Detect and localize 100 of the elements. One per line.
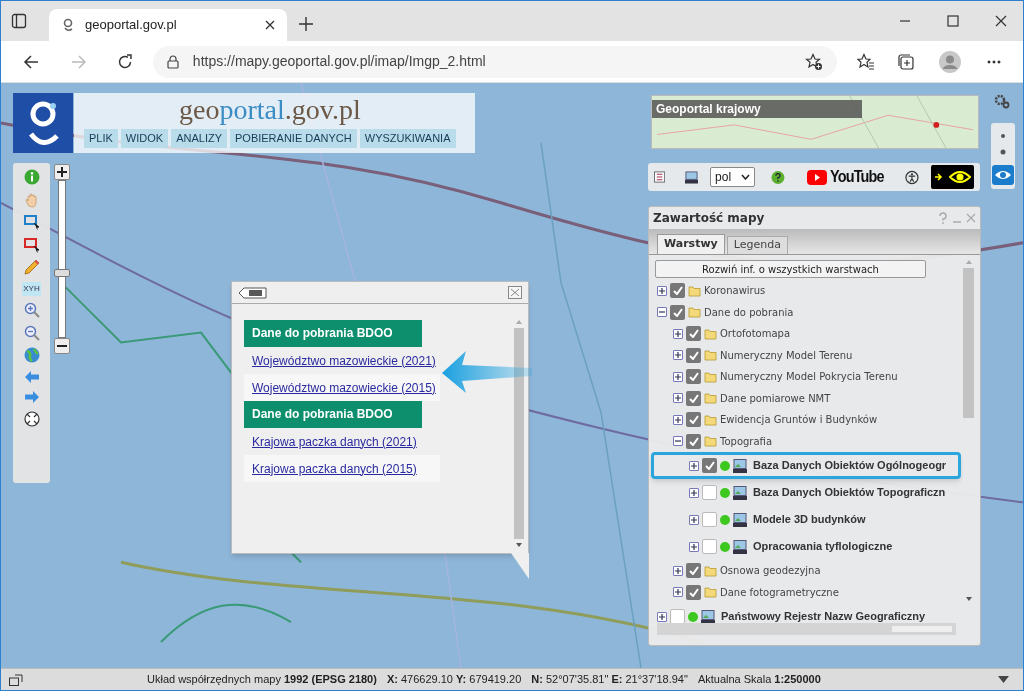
layer-label[interactable]: Numeryczny Model Terenu: [720, 347, 853, 363]
checkbox[interactable]: [702, 512, 717, 527]
checkbox[interactable]: [702, 539, 717, 554]
new-tab-icon[interactable]: [299, 17, 313, 31]
address-bar[interactable]: https://mapy.geoportal.gov.pl/imap/Imgp_2.html: [152, 45, 838, 78]
expand-icon[interactable]: [657, 611, 667, 622]
expand-icon[interactable]: [657, 285, 667, 296]
info-icon[interactable]: [23, 169, 40, 185]
layer-label[interactable]: Opracowania tyflologiczne: [753, 538, 893, 555]
expand-icon[interactable]: [673, 587, 683, 598]
expand-icon[interactable]: [673, 350, 683, 361]
layer-label[interactable]: Modele 3D budynków: [753, 511, 866, 528]
checkbox[interactable]: [686, 563, 701, 579]
zoom-in-button[interactable]: [54, 164, 70, 180]
globe-icon[interactable]: [23, 347, 40, 363]
arrow-right-icon[interactable]: [23, 390, 40, 404]
select-rectangle-icon[interactable]: [23, 236, 40, 253]
zoom-out-button[interactable]: [54, 338, 70, 354]
layer-label[interactable]: Baza Danych Obiektów Topograficzn: [753, 484, 946, 501]
more-icon[interactable]: [987, 59, 1001, 64]
layer-label[interactable]: Dane do pobrania: [704, 304, 794, 320]
window-icon[interactable]: [9, 673, 23, 686]
menu-item[interactable]: WIDOK: [120, 129, 169, 148]
checkbox[interactable]: [670, 304, 685, 320]
scroll-down-icon[interactable]: [516, 543, 522, 547]
scroll-down-icon[interactable]: [965, 597, 972, 601]
favorites-icon[interactable]: [857, 52, 876, 71]
crosshair-icon[interactable]: [23, 410, 40, 427]
collections-icon[interactable]: [897, 52, 916, 71]
help-icon[interactable]: [771, 169, 786, 185]
dot-icon[interactable]: [1000, 149, 1006, 155]
checkbox[interactable]: [670, 609, 685, 623]
contrast-button[interactable]: [931, 165, 974, 189]
tab-actions-icon[interactable]: [11, 13, 27, 29]
pencil-icon[interactable]: [23, 259, 40, 275]
scrollbar[interactable]: [514, 320, 524, 547]
profile-avatar-icon[interactable]: [939, 50, 961, 73]
maximize-icon[interactable]: [947, 15, 959, 27]
checkbox[interactable]: [686, 390, 701, 406]
collapse-icon[interactable]: [657, 307, 667, 318]
horizontal-scrollbar[interactable]: [657, 623, 956, 635]
expand-icon[interactable]: [689, 487, 699, 498]
back-icon[interactable]: [23, 53, 39, 70]
layer-label[interactable]: Ewidencja Gruntów i Budynków: [720, 412, 878, 428]
collapse-icon[interactable]: [673, 436, 683, 447]
checkbox[interactable]: [686, 347, 701, 363]
zoom-slider-thumb[interactable]: [54, 268, 70, 277]
expand-icon[interactable]: [673, 371, 683, 382]
layer-image-icon[interactable]: [685, 170, 699, 184]
checkbox[interactable]: [686, 584, 701, 600]
arrow-left-icon[interactable]: [23, 369, 40, 384]
eye-icon[interactable]: [992, 165, 1014, 185]
logo-icon[interactable]: [13, 93, 73, 153]
menu-item[interactable]: POBIERANIE DANYCH: [230, 129, 357, 148]
panel-tab[interactable]: Warstwy: [657, 234, 725, 254]
menu-item[interactable]: PLIK: [84, 129, 118, 148]
selected-layer-row[interactable]: Baza Danych Obiektów Ogólnogeogr: [651, 452, 961, 479]
download-link[interactable]: Województwo mazowieckie (2021): [252, 351, 436, 370]
layer-label[interactable]: Koronawirus: [704, 283, 766, 299]
layer-label[interactable]: Baza Danych Obiektów Ogólnogeogr: [753, 457, 947, 474]
language-select[interactable]: pol: [710, 167, 756, 187]
layer-label[interactable]: Dane pomiarowe NMT: [720, 390, 831, 406]
accessibility-icon[interactable]: [905, 169, 920, 185]
expand-all-button[interactable]: Rozwiń inf. o wszystkich warstwach: [655, 260, 926, 278]
checkbox[interactable]: [686, 326, 701, 342]
checkbox[interactable]: [702, 458, 717, 473]
list-icon[interactable]: [654, 171, 666, 183]
checkbox[interactable]: [686, 433, 701, 449]
zoom-in-icon[interactable]: [23, 302, 40, 318]
checkbox[interactable]: [670, 283, 685, 299]
layer-label[interactable]: Państwowy Rejestr Nazw Geograficzny: [721, 608, 926, 623]
zoom-out-icon[interactable]: [23, 324, 40, 341]
close-icon[interactable]: [995, 15, 1007, 27]
menu-item[interactable]: ANALIZY: [171, 129, 227, 148]
layer-label[interactable]: Ortofotomapa: [720, 326, 791, 342]
close-icon[interactable]: [265, 20, 275, 30]
checkbox[interactable]: [686, 412, 701, 428]
youtube-link[interactable]: YouTube: [807, 164, 894, 190]
dot-icon[interactable]: [1000, 133, 1006, 139]
expand-icon[interactable]: [673, 565, 683, 576]
checkbox[interactable]: [702, 485, 717, 500]
layer-label[interactable]: Topografia: [720, 433, 772, 449]
layer-label[interactable]: Dane fotogrametryczne: [720, 584, 839, 600]
list-icon[interactable]: [238, 286, 268, 299]
menu-item[interactable]: WYSZUKIWANIA: [359, 129, 456, 148]
add-favorite-icon[interactable]: [805, 52, 824, 71]
layer-label[interactable]: Osnowa geodezyjna: [720, 563, 821, 579]
coordinates-tool[interactable]: XYH: [22, 281, 41, 296]
expand-icon[interactable]: [673, 393, 683, 404]
browser-tab[interactable]: geoportal.gov.pl: [49, 9, 287, 41]
download-link[interactable]: Krajowa paczka danych (2021): [252, 432, 417, 451]
overview-map[interactable]: Geoportal krajowy: [651, 95, 979, 149]
expand-icon[interactable]: [673, 328, 683, 339]
expand-icon[interactable]: [689, 541, 699, 552]
dropdown-icon[interactable]: [998, 676, 1009, 683]
reload-icon[interactable]: [116, 53, 133, 70]
panel-tab[interactable]: Legenda: [726, 236, 788, 254]
settings-icon[interactable]: [994, 93, 1010, 109]
layer-label[interactable]: Numeryczny Model Pokrycia Terenu: [720, 369, 898, 385]
expand-icon[interactable]: [673, 414, 683, 425]
